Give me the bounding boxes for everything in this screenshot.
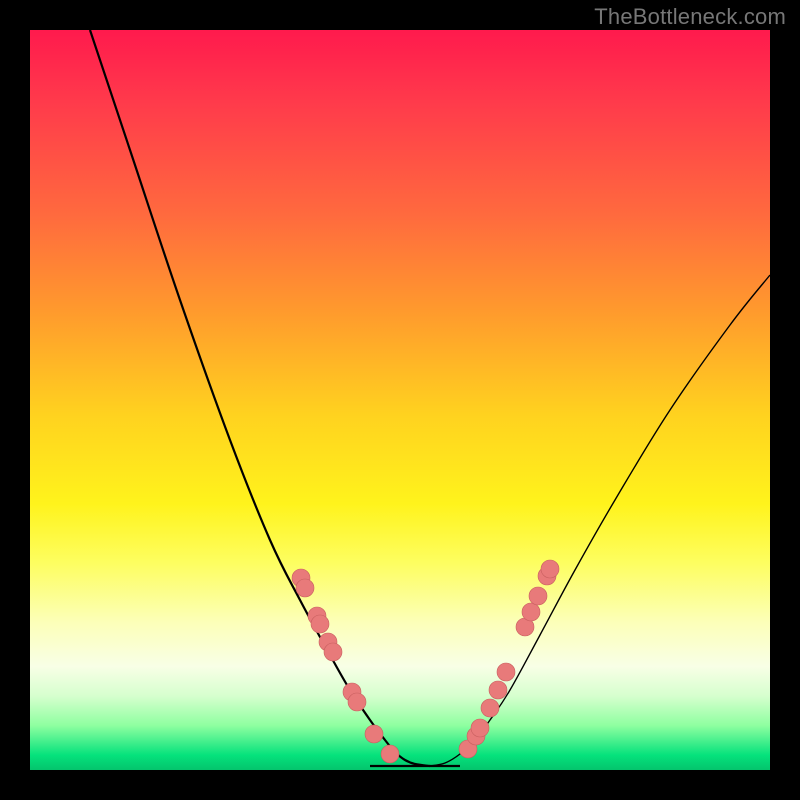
data-point xyxy=(497,663,515,681)
data-point xyxy=(311,615,329,633)
plot-area xyxy=(30,30,770,770)
data-point xyxy=(529,587,547,605)
data-points xyxy=(292,560,559,763)
outer-frame: TheBottleneck.com xyxy=(0,0,800,800)
data-point xyxy=(471,719,489,737)
data-point xyxy=(489,681,507,699)
curve-svg xyxy=(30,30,770,770)
data-point xyxy=(541,560,559,578)
curve-left xyxy=(90,30,430,766)
data-point xyxy=(381,745,399,763)
data-point xyxy=(522,603,540,621)
data-point xyxy=(481,699,499,717)
data-point xyxy=(296,579,314,597)
watermark-text: TheBottleneck.com xyxy=(594,4,786,30)
data-point xyxy=(348,693,366,711)
data-point xyxy=(324,643,342,661)
curve-right xyxy=(430,275,770,766)
data-point xyxy=(365,725,383,743)
